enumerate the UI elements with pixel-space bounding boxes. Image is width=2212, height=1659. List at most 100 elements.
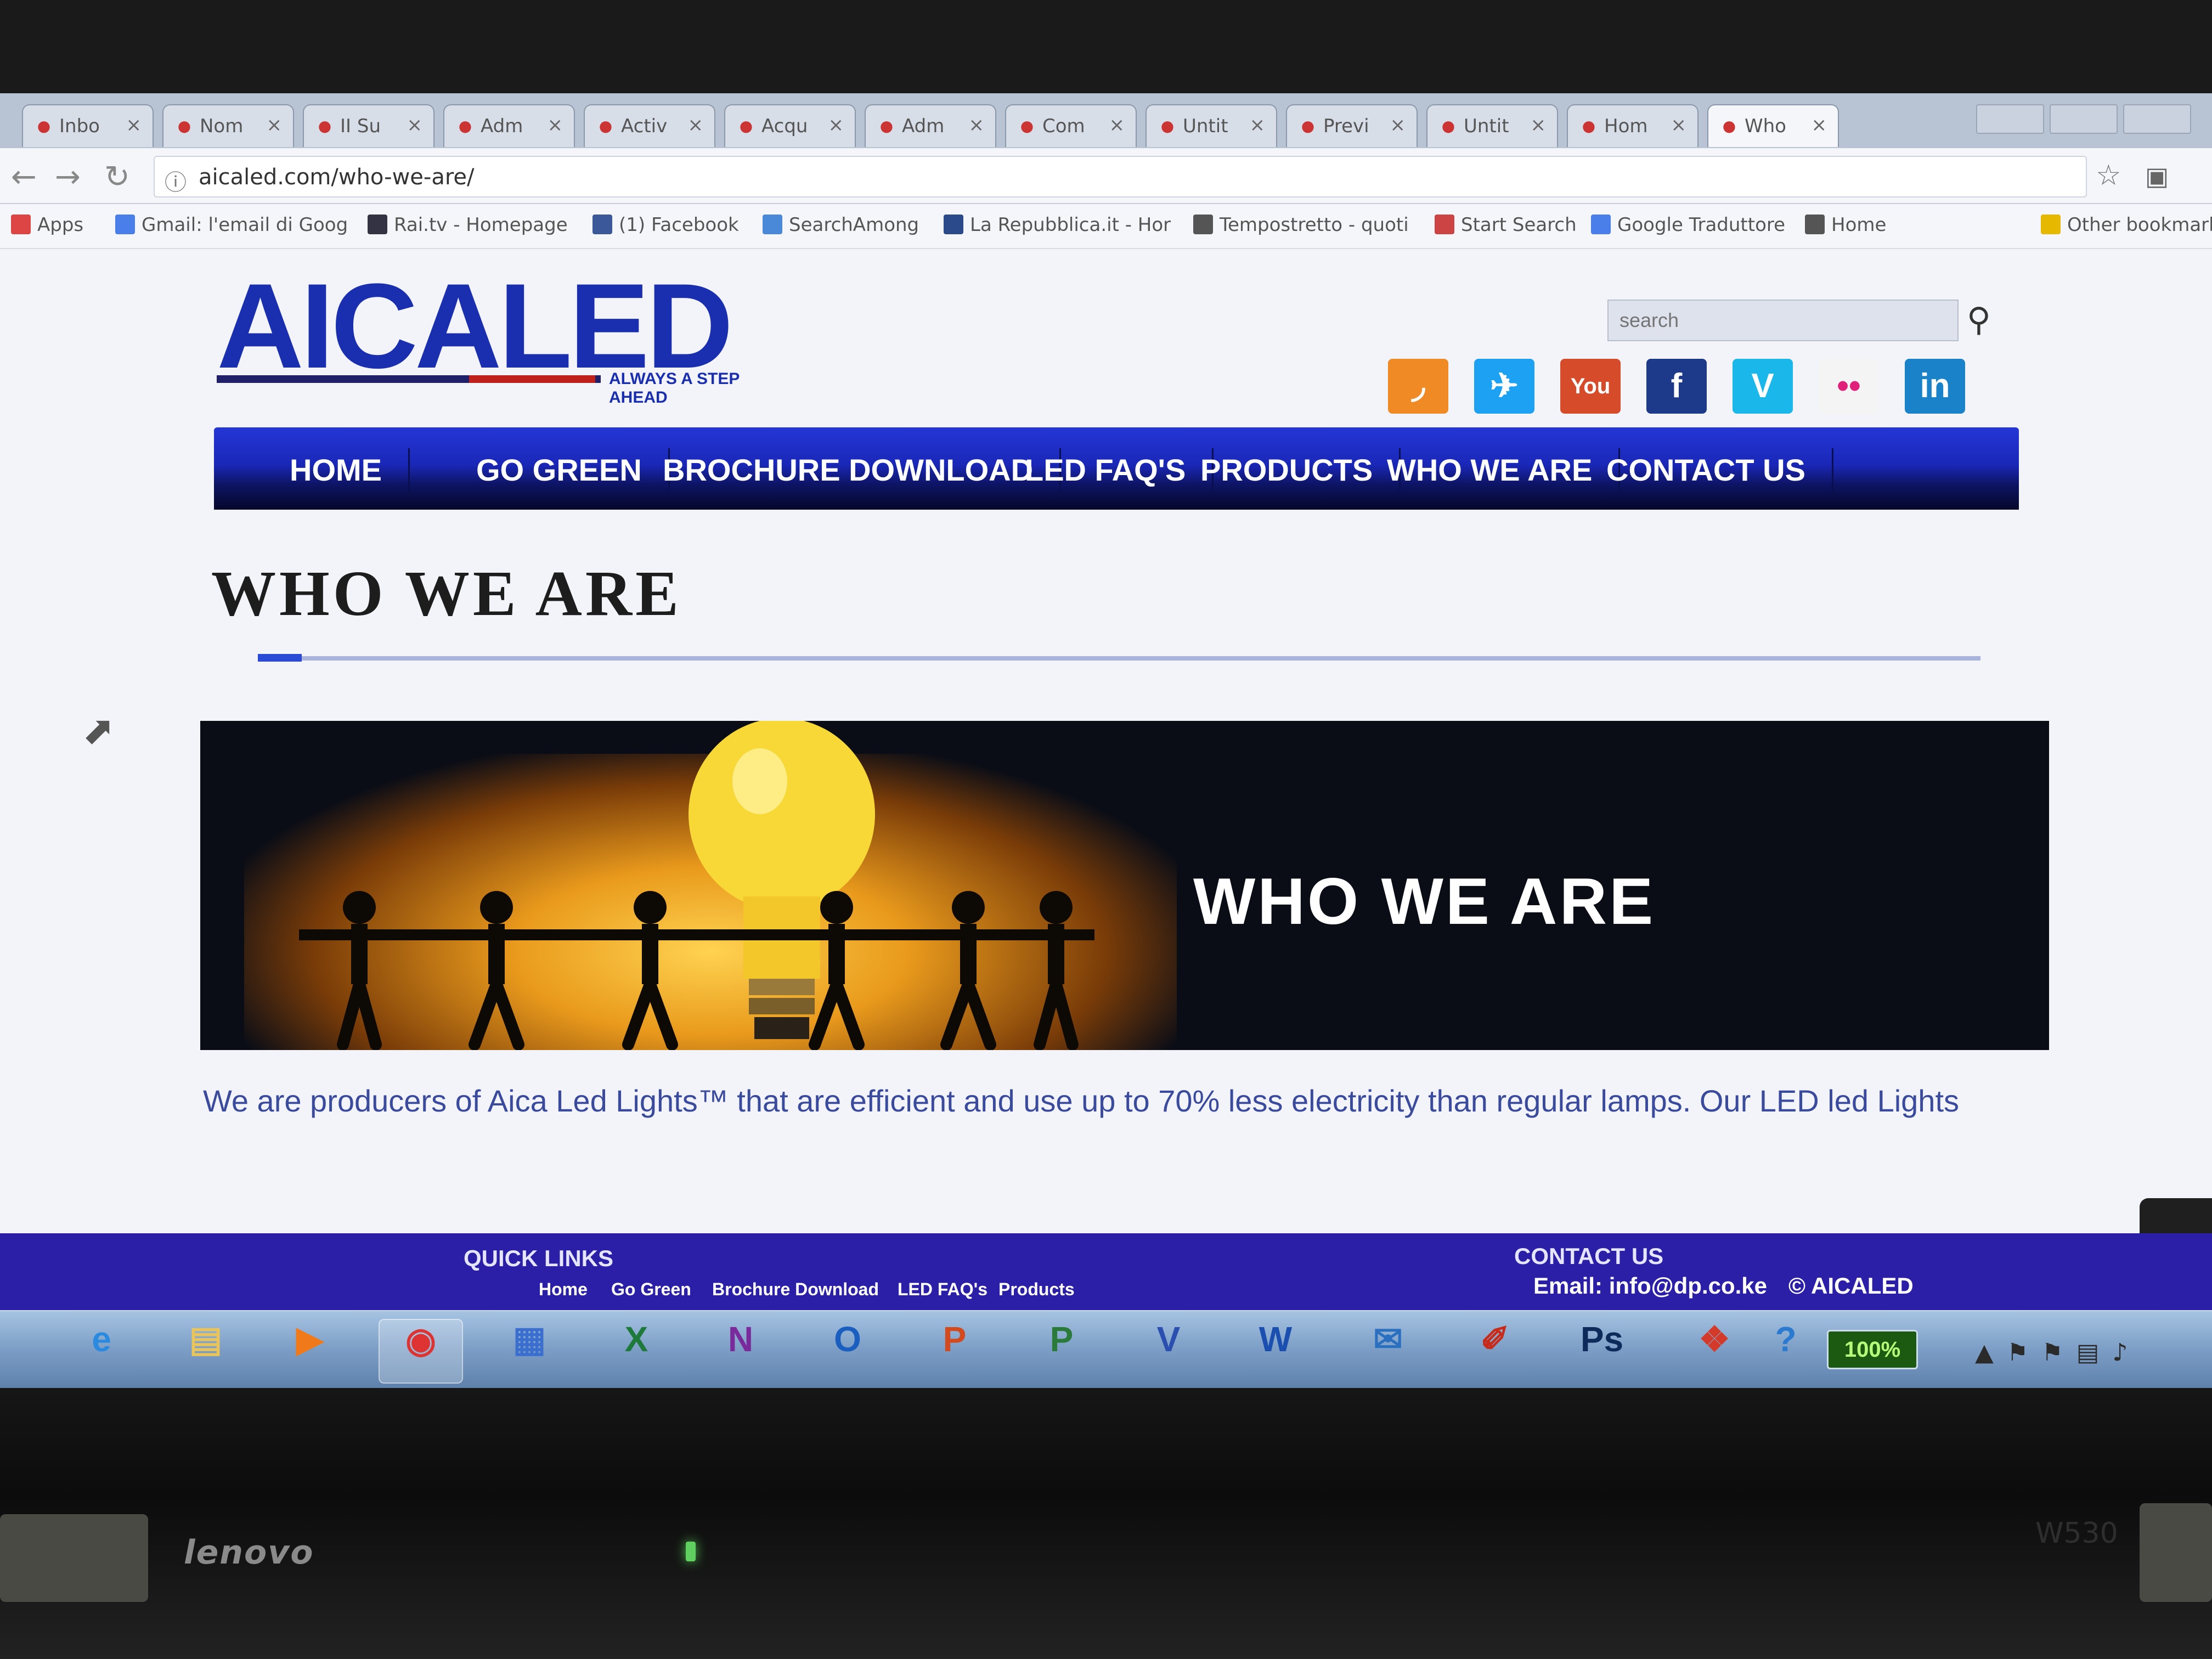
linkedin-icon[interactable]: in [1905,359,1965,414]
bookmark-item[interactable]: Tempostretto - quoti [1193,214,1409,236]
bookmark-item[interactable]: Google Traduttore [1591,214,1785,236]
banner-title: WHO WE ARE [1193,865,1656,938]
reload-icon[interactable]: ↻ [104,159,130,195]
nav-home[interactable]: HOME [263,448,410,492]
office-tools-icon[interactable]: ❖ [1673,1319,1756,1381]
browser-tab[interactable]: ● Acqu × [724,104,856,147]
footer-link-home[interactable]: Home [539,1279,588,1300]
close-tab-icon[interactable]: × [1671,114,1687,136]
project-icon[interactable]: P [1020,1319,1103,1381]
close-tab-icon[interactable]: × [1390,114,1406,136]
acrobat-icon[interactable]: ✐ [1454,1319,1536,1381]
extension-icon[interactable]: ▣ [2145,161,2169,191]
screen: ● Inbo × ● Nom × ● II Su × ● Adm × ● Activ × ● Acqu × ● Adm… [0,93,2212,1388]
power-led [686,1542,696,1561]
system-tray[interactable]: ▲⚑⚑▤♪ [1975,1339,2141,1367]
close-tab-icon[interactable]: × [1812,114,1827,136]
facebook-icon[interactable]: f [1646,359,1707,414]
browser-tab[interactable]: ● Com × [1005,104,1137,147]
bookmark-item[interactable]: SearchAmong [763,214,919,236]
info-icon[interactable]: ⓘ [165,165,187,196]
bookmark-favicon-icon [944,215,963,234]
twitter-icon[interactable]: ✈ [1474,359,1534,414]
search-input[interactable] [1607,300,1959,341]
nav-contact-us[interactable]: CONTACT US [1580,448,1833,492]
bookmark-star-icon[interactable]: ☆ [2096,159,2121,192]
vimeo-icon[interactable]: V [1733,359,1793,414]
chrome-icon[interactable]: ◉ [379,1319,463,1384]
browser-tab[interactable]: ● Adm × [443,104,575,147]
internet-explorer-icon[interactable]: e [60,1319,143,1381]
bookmark-item[interactable]: Home [1805,214,1886,236]
flickr-icon[interactable]: •• [1819,359,1879,414]
footer-link-led-faqs[interactable]: LED FAQ's [898,1279,988,1300]
outlook-calendar-icon[interactable]: ▦ [488,1319,571,1381]
bookmark-item[interactable]: Gmail: l'email di Goog [115,214,348,236]
word-icon[interactable]: W [1234,1319,1317,1381]
footer-link-go-green[interactable]: Go Green [611,1279,691,1300]
close-tab-icon[interactable]: × [548,114,563,136]
close-tab-icon[interactable]: × [126,114,142,136]
page-title: WHO WE ARE [211,557,682,629]
onenote-icon[interactable]: N [699,1319,782,1381]
document-icon: ● [1722,117,1736,135]
powerpoint-icon[interactable]: P [913,1319,996,1381]
youtube-icon[interactable]: You [1560,359,1621,414]
title-divider-accent [258,654,302,662]
close-tab-icon[interactable]: × [1531,114,1547,136]
acrobat-icon: ● [1020,117,1034,135]
browser-tab[interactable]: ● Nom × [162,104,294,147]
minimize-button[interactable] [1976,104,2044,134]
bookmark-item[interactable]: Apps [11,214,83,236]
nav-brochure-download[interactable]: BROCHURE DOWNLOAD [636,448,1062,492]
windows-taskbar: 100% ▲⚑⚑▤♪ e ▤ ▶ ◉ ▦ X N O P P V W ✉ ✐ Ps ❖? [0,1310,2212,1388]
gmail-icon: ● [37,117,51,135]
bookmark-item[interactable]: (1) Facebook [592,214,739,236]
rss-icon[interactable]: ◞ [1388,359,1448,414]
close-tab-icon[interactable]: × [1250,114,1266,136]
contact-email[interactable]: Email: info@dp.co.ke [1533,1273,1767,1299]
outlook-icon[interactable]: O [806,1319,889,1381]
browser-tab[interactable]: ● Untit × [1146,104,1277,147]
battery-indicator[interactable]: 100% [1827,1330,1918,1369]
tab-title: Untit [1464,115,1509,137]
visio-icon[interactable]: V [1127,1319,1210,1381]
browser-tab[interactable]: ● Who × [1707,104,1839,147]
browser-tab[interactable]: ● Hom × [1567,104,1699,147]
bookmark-item[interactable]: Other bookmark [2041,214,2212,236]
excel-icon[interactable]: X [595,1319,678,1381]
close-tab-icon[interactable]: × [828,114,844,136]
thunderbird-icon[interactable]: ✉ [1347,1319,1429,1381]
bookmark-item[interactable]: Rai.tv - Homepage [368,214,568,236]
maximize-button[interactable] [2050,104,2118,134]
media-player-icon[interactable]: ▶ [269,1319,351,1381]
back-arrow-icon[interactable]: ← [11,159,37,195]
help-icon[interactable]: ? [1756,1319,1816,1381]
photoshop-icon[interactable]: Ps [1561,1319,1643,1381]
close-window-button[interactable] [2123,104,2191,134]
browser-tab[interactable]: ● Untit × [1426,104,1558,147]
forward-arrow-icon[interactable]: → [55,159,81,195]
address-bar[interactable]: ⓘ aicaled.com/who-we-are/ [154,156,2087,198]
browser-tab[interactable]: ● Activ × [584,104,715,147]
browser-tab-bar: ● Inbo × ● Nom × ● II Su × ● Adm × ● Activ × ● Acqu × ● Adm… [0,93,2212,148]
browser-tab[interactable]: ● Inbo × [22,104,154,147]
browser-tab[interactable]: ● Previ × [1286,104,1418,147]
url-text[interactable]: aicaled.com/who-we-are/ [199,165,475,190]
file-explorer-icon[interactable]: ▤ [165,1319,247,1381]
footer-link-brochure[interactable]: Brochure Download [712,1279,879,1300]
browser-tab[interactable]: ● II Su × [303,104,435,147]
window-controls[interactable] [1971,104,2201,137]
close-tab-icon[interactable]: × [407,114,423,136]
close-tab-icon[interactable]: × [267,114,283,136]
search-icon[interactable]: ⚲ [1967,301,1991,339]
footer-link-products[interactable]: Products [998,1279,1075,1300]
bookmark-item[interactable]: Start Search [1435,214,1577,236]
close-tab-icon[interactable]: × [688,114,704,136]
close-tab-icon[interactable]: × [1109,114,1125,136]
browser-tab[interactable]: ● Adm × [865,104,996,147]
bookmark-item[interactable]: La Repubblica.it - Hor [944,214,1171,236]
aicaled-logo[interactable]: AICALED ALWAYS A STEP AHEAD [217,266,798,407]
tab-title: Hom [1604,115,1648,137]
close-tab-icon[interactable]: × [969,114,985,136]
